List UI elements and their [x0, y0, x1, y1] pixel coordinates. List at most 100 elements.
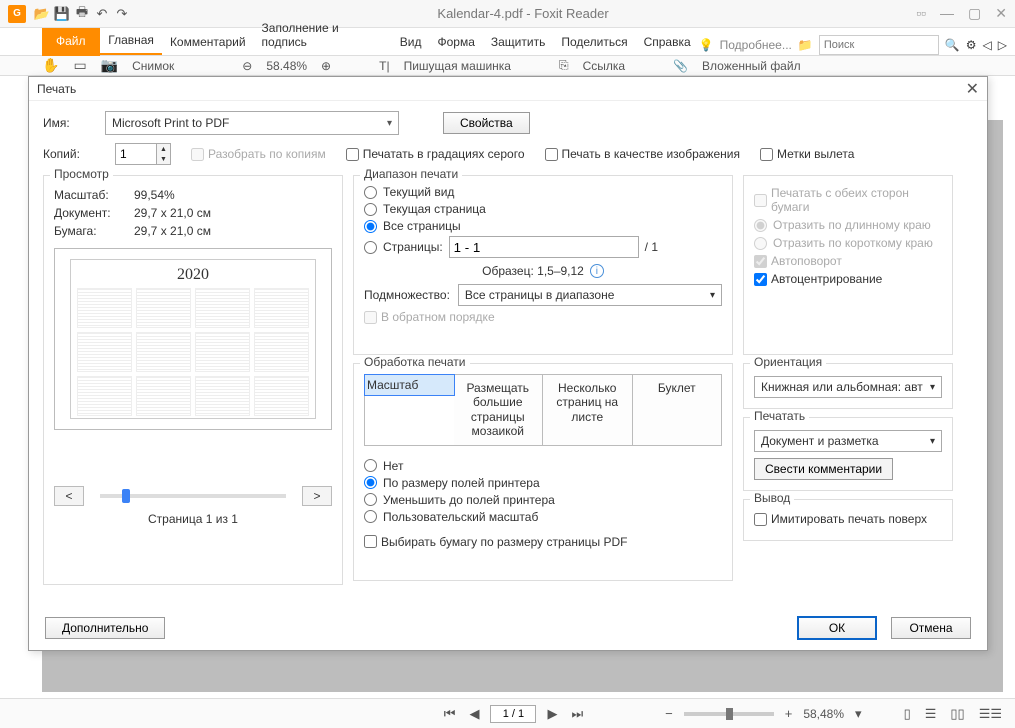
nav-next-icon[interactable]: ▷ — [998, 38, 1007, 52]
range-pages-input[interactable] — [449, 236, 639, 258]
copies-spinner[interactable]: ▲▼ — [115, 143, 171, 165]
zoom-out-status-icon[interactable]: − — [662, 706, 676, 721]
flip-short-label: Отразить по короткому краю — [773, 236, 933, 250]
what-select[interactable]: Документ и разметка▾ — [754, 430, 942, 452]
scale-fit-radio[interactable] — [364, 476, 377, 489]
tab-form[interactable]: Форма — [429, 29, 482, 55]
duplex-checkbox — [754, 194, 767, 207]
preview-next-button[interactable]: > — [302, 486, 332, 506]
spin-up-icon[interactable]: ▲ — [157, 144, 170, 154]
prev-page-icon[interactable]: ◀ — [466, 706, 482, 722]
spin-down-icon[interactable]: ▼ — [157, 154, 170, 164]
scale-none-radio[interactable] — [364, 459, 377, 472]
zoom-slider[interactable] — [684, 712, 774, 716]
first-page-icon[interactable]: ⏮ — [441, 706, 459, 722]
preview-year: 2020 — [77, 266, 309, 284]
range-pages-total: / 1 — [645, 240, 658, 254]
handling-legend: Обработка печати — [360, 355, 470, 369]
layout-facing-icon[interactable]: ▯▯ — [947, 706, 967, 722]
tab-fillsign[interactable]: Заполнение и подпись — [254, 15, 392, 55]
tab-view[interactable]: Вид — [392, 29, 430, 55]
layout-single-icon[interactable]: ▯ — [901, 706, 914, 722]
zoom-in-icon[interactable]: ⊕ — [321, 59, 331, 73]
what-legend: Печатать — [750, 409, 809, 423]
link-icon[interactable]: ⎘ — [559, 58, 569, 73]
typewriter-icon[interactable]: T| — [379, 59, 389, 73]
info-icon[interactable]: i — [590, 264, 604, 278]
chevron-down-icon: ▾ — [710, 290, 715, 301]
page-input[interactable] — [490, 705, 536, 723]
choose-paper-checkbox[interactable] — [364, 535, 377, 548]
zoom-value[interactable]: 58.48% — [266, 59, 307, 73]
cancel-button[interactable]: Отмена — [891, 617, 971, 639]
hand-icon[interactable]: ✋ — [42, 57, 59, 74]
folder-icon[interactable]: 📁 — [798, 38, 813, 52]
handling-tab-scale[interactable]: Масштаб — [364, 374, 455, 396]
range-currentview-label: Текущий вид — [383, 185, 454, 199]
grayscale-checkbox[interactable] — [346, 148, 359, 161]
last-page-icon[interactable]: ⏭ — [568, 706, 586, 722]
subset-select[interactable]: Все страницы в диапазоне▾ — [458, 284, 722, 306]
zoom-in-status-icon[interactable]: + — [782, 706, 796, 721]
printer-select[interactable]: Microsoft Print to PDF ▾ — [105, 111, 399, 135]
scale-custom-radio[interactable] — [364, 510, 377, 523]
camera-icon[interactable]: 📷 — [101, 57, 118, 74]
ribbon-toggle-icon[interactable]: ▫▫ — [916, 5, 926, 22]
range-currentpage-radio[interactable] — [364, 203, 377, 216]
zoom-percent[interactable]: 58,48% — [803, 707, 844, 721]
save-icon[interactable]: 💾 — [54, 6, 70, 22]
zoom-out-icon[interactable]: ⊖ — [242, 59, 252, 73]
tab-protect[interactable]: Защитить — [483, 29, 553, 55]
maximize-icon[interactable]: ▢ — [968, 5, 981, 22]
search-icon[interactable]: 🔍 — [945, 38, 960, 52]
orientation-select[interactable]: Книжная или альбомная: авт▾ — [754, 376, 942, 398]
handling-tab-tile[interactable]: Размещать большие страницы мозаикой — [454, 375, 544, 445]
window-title: Kalendar-4.pdf - Foxit Reader — [130, 6, 916, 21]
tab-share[interactable]: Поделиться — [553, 29, 635, 55]
range-pages-radio[interactable] — [364, 241, 377, 254]
tab-help[interactable]: Справка — [636, 29, 699, 55]
dialog-close-icon[interactable]: ✕ — [966, 79, 979, 99]
preview-canvas: 2020 — [54, 248, 332, 430]
as-image-checkbox[interactable] — [545, 148, 558, 161]
attach-icon[interactable]: 📎 — [673, 59, 688, 73]
nav-prev-icon[interactable]: ◁ — [983, 38, 992, 52]
select-icon[interactable]: ▭ — [73, 57, 86, 74]
simulate-checkbox[interactable] — [754, 513, 767, 526]
properties-button[interactable]: Свойства — [443, 112, 530, 134]
ok-button[interactable]: ОК — [797, 616, 877, 640]
chevron-down-icon[interactable]: ▾ — [852, 706, 865, 722]
tab-comment[interactable]: Комментарий — [162, 29, 254, 55]
handling-tab-multi[interactable]: Несколько страниц на листе — [543, 375, 633, 445]
file-tab[interactable]: Файл — [42, 28, 100, 56]
minimize-icon[interactable]: — — [940, 5, 954, 22]
app-icon: G — [8, 5, 26, 23]
collate-label: Разобрать по копиям — [208, 147, 326, 161]
copies-input[interactable] — [116, 144, 156, 164]
print-icon[interactable]: 🖶 — [74, 6, 90, 22]
handling-tab-booklet[interactable]: Буклет — [633, 375, 722, 445]
layout-contfacing-icon[interactable]: ☰☰ — [976, 706, 1005, 722]
open-icon[interactable]: 📂 — [34, 6, 50, 22]
preview-slider[interactable] — [100, 494, 286, 498]
layout-cont-icon[interactable]: ☰ — [922, 706, 940, 722]
close-window-icon[interactable]: ✕ — [995, 5, 1007, 22]
advanced-button[interactable]: Дополнительно — [45, 617, 165, 639]
bulb-icon[interactable]: 💡 — [699, 38, 714, 52]
bleed-checkbox[interactable] — [760, 148, 773, 161]
tab-home[interactable]: Главная — [100, 27, 162, 55]
redo-icon[interactable]: ↷ — [114, 6, 130, 22]
range-currentview-radio[interactable] — [364, 186, 377, 199]
preview-prev-button[interactable]: < — [54, 486, 84, 506]
next-page-icon[interactable]: ▶ — [544, 706, 560, 722]
summarize-button[interactable]: Свести комментарии — [754, 458, 893, 480]
preview-page-label: Страница 1 из 1 — [54, 512, 332, 526]
autocenter-checkbox[interactable] — [754, 273, 767, 286]
scale-shrink-radio[interactable] — [364, 493, 377, 506]
flip-long-label: Отразить по длинному краю — [773, 218, 931, 232]
gear-icon[interactable]: ⚙ — [966, 38, 977, 52]
more-link[interactable]: Подробнее... — [720, 38, 792, 52]
undo-icon[interactable]: ↶ — [94, 6, 110, 22]
range-all-radio[interactable] — [364, 220, 377, 233]
search-input[interactable] — [819, 35, 939, 55]
